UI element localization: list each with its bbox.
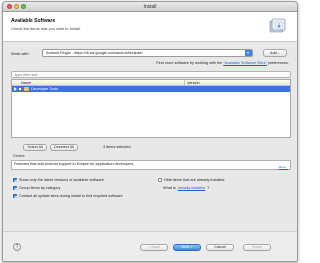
work-with-combo[interactable]: Android Plugin - https://dl-ssl.google.c… [42,49,253,57]
details-label: Details [13,154,25,158]
already-installed-prefix: What is [163,186,176,190]
latest-versions-option[interactable]: Show only the latest versions of availab… [13,178,104,182]
next-button[interactable]: Next > [173,244,201,251]
selection-controls: Select All Deselect All 3 items selected [11,144,291,152]
window-title: Install [143,4,157,10]
hide-installed-checkbox[interactable] [158,178,162,182]
category-folder-icon [24,87,29,91]
hide-installed-option[interactable]: Hide items that are already installed [158,178,224,182]
title-bar: Install [3,2,297,12]
install-options: Show only the latest versions of availab… [11,176,291,206]
back-button[interactable]: < Back [140,244,168,251]
help-icon[interactable]: ? [13,243,21,251]
column-name[interactable]: Name [21,81,31,85]
work-with-label: Work with: [11,51,30,56]
contact-sites-checkbox[interactable] [13,194,17,198]
add-site-button[interactable]: Add... [263,49,287,57]
already-installed-link[interactable]: already installed [178,186,205,190]
expand-arrow-icon[interactable] [14,87,17,91]
more-software-suffix: preferences. [266,61,289,65]
group-by-category-label: Group items by category [19,186,61,190]
wizard-header: Available Software Check the items that … [3,12,297,42]
column-version[interactable]: Version [187,81,200,85]
deselect-all-button[interactable]: Deselect All [50,144,78,151]
latest-versions-checkbox[interactable] [13,178,17,182]
work-with-row: Work with: Android Plugin - https://dl-s… [11,49,293,58]
select-all-button[interactable]: Select All [23,144,47,151]
contact-sites-label: Contact all update sites during install … [19,194,123,198]
work-with-value: Android Plugin - https://dl-ssl.google.c… [46,51,143,55]
table-row[interactable]: Developer Tools [12,86,290,92]
group-by-category-checkbox[interactable] [13,186,17,190]
finish-button[interactable]: Finish [243,244,271,251]
install-dialog: Install Available Software Check the ite… [2,1,298,262]
chevron-down-icon[interactable] [245,50,252,56]
row-name: Developer Tools [31,87,59,91]
page-title: Available Software [11,18,56,24]
install-wizard-icon [269,18,286,33]
already-installed-hint: What is already installed? [163,186,209,190]
latest-versions-label: Show only the latest versions of availab… [19,178,104,182]
selection-status: 3 items selected [103,145,131,149]
hide-installed-label: Hide items that are already installed [164,178,225,182]
more-software-hint: Find more software by working with the "… [156,61,289,65]
contact-sites-option[interactable]: Contact all update sites during install … [13,194,123,198]
details-box: Features that add Android support to Ecl… [11,160,291,170]
details-more-link[interactable]: More... [279,165,288,169]
available-software-sites-link[interactable]: "Available Software Sites" [223,61,267,65]
filter-input[interactable] [11,71,291,78]
details-text: Features that add Android support to Ecl… [14,162,135,166]
cancel-button[interactable]: Cancel [206,244,234,251]
more-software-prefix: Find more software by working with the [156,61,224,65]
page-subtitle: Check the items that you wish to install… [11,26,82,31]
wizard-footer: ? < Back Next > Cancel Finish [3,231,297,261]
row-checkbox[interactable] [18,87,22,91]
already-installed-suffix: ? [207,186,210,190]
group-by-category-option[interactable]: Group items by category [13,186,60,190]
software-table: Name Version Developer Tools [11,79,291,138]
